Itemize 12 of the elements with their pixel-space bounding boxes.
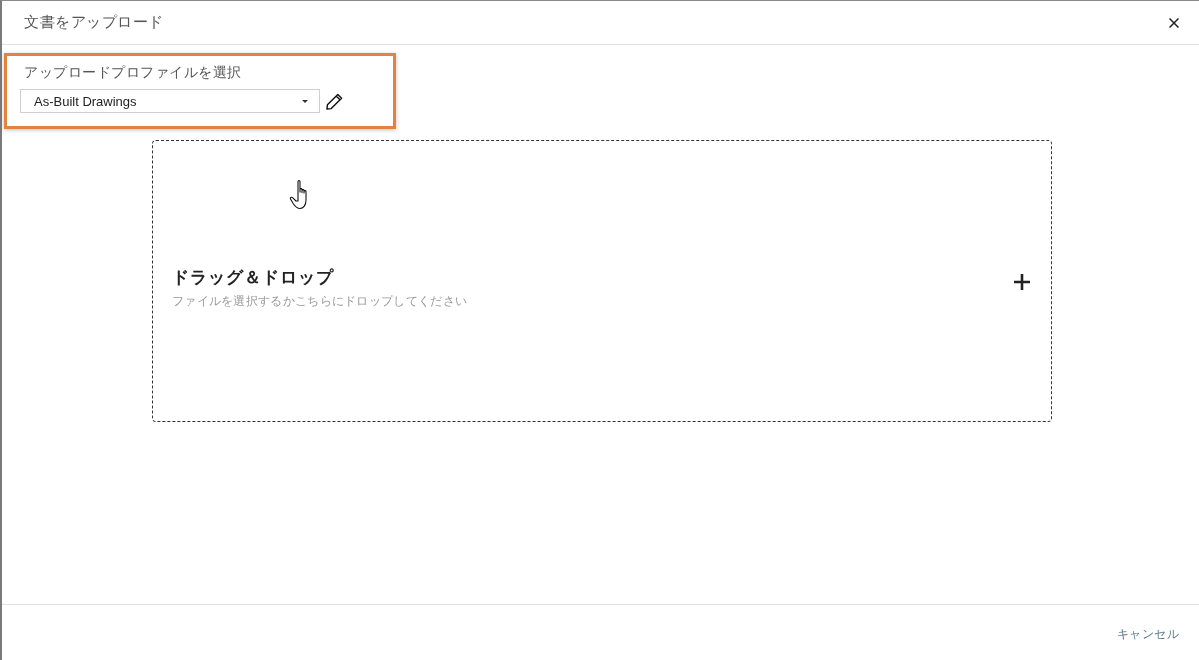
plus-icon[interactable] bbox=[1014, 274, 1030, 290]
pencil-icon bbox=[326, 92, 343, 110]
cancel-button[interactable]: キャンセル bbox=[1114, 621, 1181, 647]
drop-zone[interactable]: ドラッグ＆ドロップ ファイルを選択するかこちらにドロップしてください bbox=[152, 140, 1052, 422]
profile-dropdown[interactable]: As-Built Drawings bbox=[20, 89, 320, 113]
close-icon bbox=[1169, 17, 1179, 28]
drop-zone-title: ドラッグ＆ドロップ bbox=[172, 266, 334, 289]
profile-label: アップロードプロファイルを選択 bbox=[23, 64, 242, 82]
drop-zone-hint: ファイルを選択するかこちらにドロップしてください bbox=[172, 293, 468, 309]
dialog-title: 文書をアップロード bbox=[24, 13, 164, 32]
caret-icon bbox=[302, 99, 308, 103]
edit-button[interactable] bbox=[326, 92, 343, 110]
